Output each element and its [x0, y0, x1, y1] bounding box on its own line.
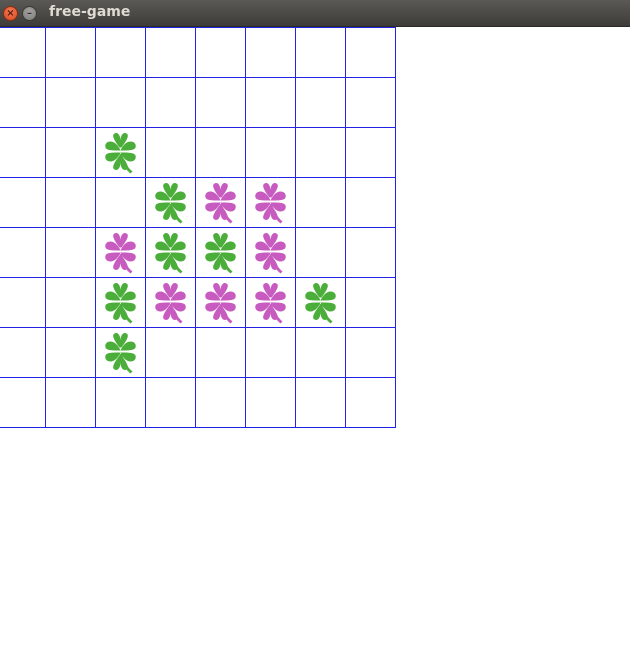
board-cell[interactable]: [95, 177, 146, 228]
board-cell[interactable]: [0, 177, 46, 228]
board-cell[interactable]: [295, 177, 346, 228]
close-button[interactable]: ×: [3, 6, 18, 21]
board-cell[interactable]: [245, 327, 296, 378]
board-cell[interactable]: [45, 327, 96, 378]
board-cell[interactable]: [45, 377, 96, 428]
board-cell[interactable]: [345, 127, 396, 178]
board-cell[interactable]: [345, 227, 396, 278]
board-cell[interactable]: [345, 327, 396, 378]
board-cell[interactable]: [0, 277, 46, 328]
board-cell[interactable]: [295, 77, 346, 128]
board-cell[interactable]: [245, 377, 296, 428]
board-cell[interactable]: [0, 327, 46, 378]
board-cell[interactable]: [145, 27, 196, 78]
board-cell[interactable]: [145, 327, 196, 378]
game-window: × – free-game: [0, 0, 630, 657]
board-cell[interactable]: [345, 177, 396, 228]
board-cell[interactable]: [45, 27, 96, 78]
board-cell[interactable]: [195, 27, 246, 78]
title-bar: × – free-game: [0, 0, 630, 27]
board-cell[interactable]: [245, 27, 296, 78]
minimize-icon: –: [27, 7, 32, 19]
board-cell[interactable]: [245, 77, 296, 128]
board-cell[interactable]: [0, 377, 46, 428]
board-cell[interactable]: [95, 377, 146, 428]
board-cell[interactable]: [295, 27, 346, 78]
board-cell[interactable]: [245, 127, 296, 178]
board-cell[interactable]: [95, 77, 146, 128]
board-cell[interactable]: [0, 77, 46, 128]
board-cell[interactable]: [295, 127, 346, 178]
board-cell[interactable]: [45, 177, 96, 228]
board-cell[interactable]: [345, 77, 396, 128]
board-cell[interactable]: [0, 27, 46, 78]
board-cell[interactable]: [145, 377, 196, 428]
board-cell[interactable]: [45, 227, 96, 278]
minimize-button[interactable]: –: [22, 6, 37, 21]
board-cell[interactable]: [195, 127, 246, 178]
board-cell[interactable]: [345, 377, 396, 428]
board-cell[interactable]: [95, 27, 146, 78]
window-title: free-game: [49, 4, 131, 20]
board-cell[interactable]: [345, 27, 396, 78]
board-cell[interactable]: [45, 77, 96, 128]
board-cell[interactable]: [295, 227, 346, 278]
board-cell[interactable]: [195, 377, 246, 428]
close-icon: ×: [6, 7, 15, 19]
game-board[interactable]: [0, 27, 397, 429]
board-cell[interactable]: [0, 127, 46, 178]
board-cell[interactable]: [195, 327, 246, 378]
board-cell[interactable]: [45, 277, 96, 328]
board-cell[interactable]: [295, 327, 346, 378]
board-cell[interactable]: [345, 277, 396, 328]
board-cell[interactable]: [295, 377, 346, 428]
board-cell[interactable]: [0, 227, 46, 278]
board-cell[interactable]: [45, 127, 96, 178]
board-cell[interactable]: [195, 77, 246, 128]
board-cell[interactable]: [145, 77, 196, 128]
board-cell[interactable]: [145, 127, 196, 178]
